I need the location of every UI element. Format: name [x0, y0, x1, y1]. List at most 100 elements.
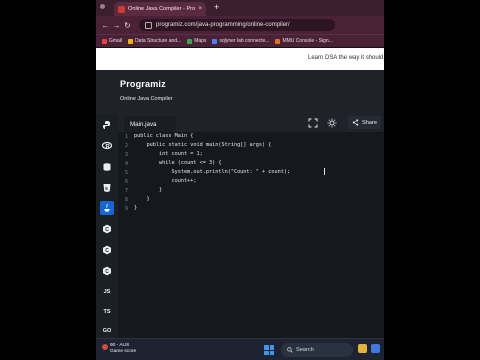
svg-text:C: C: [105, 269, 109, 275]
editor-header: Main.java Share: [118, 114, 384, 132]
windows-start-icon[interactable]: [264, 345, 274, 355]
code-line: }: [134, 205, 138, 211]
theme-toggle-icon[interactable]: [327, 118, 337, 128]
database-icon: [103, 163, 111, 171]
promo-banner-text[interactable]: Learn DSA the way it should: [308, 55, 383, 61]
sidebar-item-html[interactable]: 5: [100, 181, 114, 195]
screen: Online Java Compiler - Progra... × + ← →…: [96, 0, 384, 360]
line-number: 9: [124, 206, 128, 212]
browser-tab-bar: Online Java Compiler - Progra... × +: [96, 0, 384, 16]
bookmark-label: Maps: [194, 38, 207, 44]
code-line: }: [134, 187, 163, 193]
bookmark-icon: [212, 38, 218, 44]
sidebar-item-java[interactable]: [100, 201, 114, 215]
search-icon: [287, 347, 293, 353]
file-tab-main-java[interactable]: Main.java: [124, 116, 176, 132]
svg-text:R: R: [106, 145, 111, 151]
browser-toolbar: ← → ↻ programiz.com/java-programming/onl…: [96, 16, 384, 34]
sidebar-item-js[interactable]: JS: [100, 285, 114, 299]
bookmark-sqlyner[interactable]: sqlyner lab connecte...: [212, 38, 269, 44]
line-number: 2: [124, 143, 128, 149]
search-label: Search: [296, 347, 314, 353]
svg-text:C: C: [105, 227, 109, 233]
taskbar-search[interactable]: Search: [281, 343, 353, 357]
mouse-text-cursor: [324, 168, 325, 175]
address-bar[interactable]: programiz.com/java-programming/online-co…: [139, 19, 335, 31]
programiz-logo[interactable]: Programiz: [120, 79, 166, 89]
ts-icon: TS: [103, 309, 111, 315]
weather-icon: [102, 344, 108, 350]
line-number: 1: [124, 134, 128, 140]
bookmark-label: sqlyner lab connecte...: [219, 38, 270, 44]
code-line: int count = 1;: [134, 151, 203, 157]
python-icon: [103, 121, 110, 129]
window-menu-icon[interactable]: [100, 4, 105, 9]
bookmark-maps[interactable]: Maps: [187, 38, 206, 44]
share-button-label: Share: [362, 119, 377, 126]
sidebar-item-c[interactable]: C: [100, 222, 114, 236]
bookmark-data-structure[interactable]: Data Structure and...: [128, 38, 181, 44]
sidebar-item-python[interactable]: [100, 118, 114, 132]
share-icon: [352, 119, 359, 126]
cpp-icon: C: [103, 245, 111, 255]
site-header: Programiz Online Java Compiler: [96, 70, 384, 114]
maps-icon: [187, 38, 193, 44]
taskbar-app-icon[interactable]: [358, 344, 367, 353]
tab-title: Online Java Compiler - Progra...: [128, 6, 196, 12]
code-line: while (count <= 3) {: [134, 160, 222, 166]
go-icon: GO: [102, 328, 112, 334]
code-line: public static void main(String[] args) {: [134, 142, 272, 148]
code-line: count++;: [134, 178, 197, 184]
close-icon[interactable]: ×: [198, 6, 202, 12]
line-number: 8: [124, 197, 128, 203]
bookmark-label: Data Structure and...: [135, 38, 182, 44]
share-button[interactable]: Share: [348, 116, 381, 129]
reload-icon[interactable]: ↻: [122, 21, 133, 30]
bookmark-gmail[interactable]: Gmail: [102, 38, 122, 44]
svg-text:C: C: [105, 248, 109, 254]
back-icon[interactable]: ←: [100, 21, 111, 30]
weather-widget[interactable]: 90 - AUS Game score: [102, 343, 136, 355]
sidebar-item-cpp[interactable]: C: [100, 243, 114, 257]
line-number: 7: [124, 188, 128, 194]
sidebar-item-ts[interactable]: TS: [100, 305, 114, 319]
bookmark-icon: [128, 38, 134, 44]
js-icon: JS: [103, 289, 111, 295]
code-line: }: [134, 196, 150, 202]
html5-icon: 5: [103, 184, 111, 192]
sidebar-item-csharp[interactable]: C: [100, 264, 114, 278]
csharp-icon: C: [103, 266, 111, 276]
bookmark-label: Gmail: [109, 38, 123, 44]
line-number: 6: [124, 179, 128, 185]
line-number: 5: [124, 170, 128, 176]
c-icon: C: [103, 224, 111, 234]
code-editor[interactable]: 1 2 3 4 5 6 7 8 9 public class Main { pu…: [118, 132, 384, 338]
url-text: programiz.com/java-programming/online-co…: [156, 22, 290, 28]
new-tab-button[interactable]: +: [214, 2, 219, 13]
java-icon: [104, 203, 110, 212]
line-number: 4: [124, 161, 128, 167]
bookmark-icon: [275, 38, 281, 44]
forward-icon[interactable]: →: [111, 21, 122, 30]
code-line: System.out.println("Count: " + count);: [134, 169, 291, 175]
line-number: 3: [124, 152, 128, 158]
r-icon: R: [102, 141, 112, 151]
favicon-icon: [118, 5, 125, 13]
fullscreen-icon[interactable]: [308, 118, 318, 128]
site-info-icon[interactable]: [145, 21, 152, 29]
bookmarks-bar: Gmail Data Structure and... Maps sqlyner…: [96, 34, 384, 47]
weather-secondary-text: Game score: [110, 349, 137, 354]
taskbar-app-icon[interactable]: [371, 344, 380, 353]
code-line: public class Main {: [134, 133, 194, 139]
bookmark-label: MMU Console - Sign...: [282, 38, 333, 44]
page-title: Online Java Compiler: [120, 96, 173, 102]
browser-tab[interactable]: Online Java Compiler - Progra... ×: [114, 2, 206, 16]
file-tab-label: Main.java: [130, 120, 157, 128]
bookmark-mmu-console[interactable]: MMU Console - Sign...: [275, 38, 333, 44]
sidebar-item-sql[interactable]: [100, 160, 114, 174]
gmail-icon: [102, 38, 107, 44]
os-taskbar: 90 - AUS Game score Search: [96, 338, 384, 360]
sidebar-item-go[interactable]: GO: [100, 324, 114, 338]
language-sidebar: R 5 C C C JS TS GO: [96, 114, 118, 338]
sidebar-item-r[interactable]: R: [100, 139, 114, 153]
